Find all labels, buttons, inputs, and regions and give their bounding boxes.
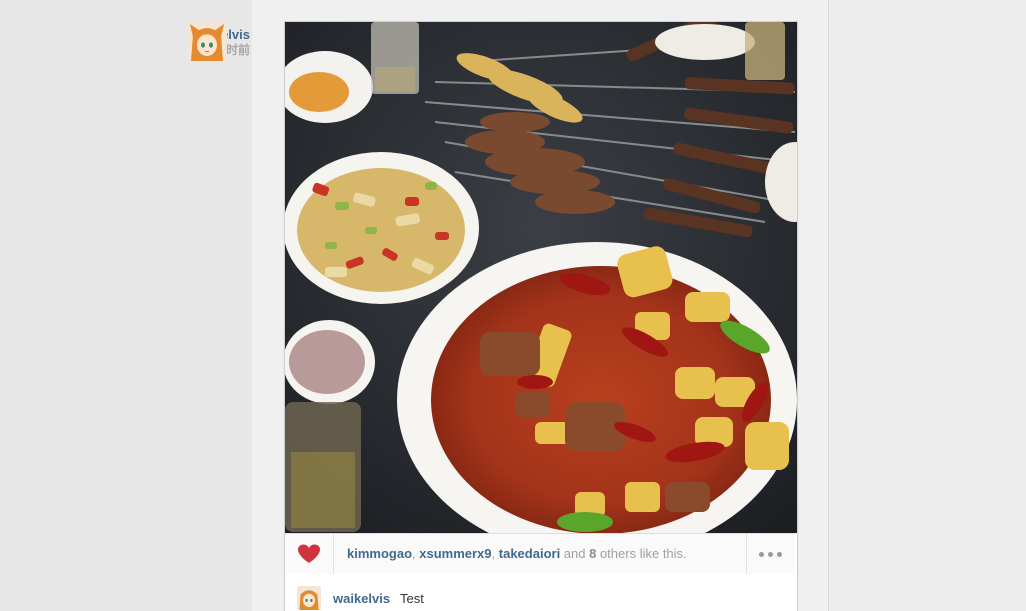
post-author-avatar[interactable] <box>187 21 227 61</box>
liker-link[interactable]: takedaiori <box>499 546 560 561</box>
ellipsis-icon <box>777 552 782 557</box>
comment-text: Test <box>400 591 424 606</box>
likes-and-text: and <box>560 546 590 561</box>
likes-others-text: others like this. <box>596 546 687 561</box>
liker-link[interactable]: xsummerx9 <box>419 546 491 561</box>
left-pane <box>0 0 253 611</box>
ellipsis-icon <box>759 552 764 557</box>
likes-summary: kimmogao, xsummerx9, takedaiori and 8 ot… <box>347 546 687 561</box>
right-pane <box>829 0 1026 611</box>
ellipsis-icon <box>768 552 773 557</box>
comment-row: waikelvis Test <box>285 574 795 611</box>
likes-separator: , <box>491 546 499 561</box>
comment-username[interactable]: waikelvis <box>333 591 390 606</box>
liker-link[interactable]: kimmogao <box>347 546 412 561</box>
comment-avatar[interactable] <box>297 586 321 610</box>
more-options-button[interactable] <box>746 534 795 574</box>
post-card: kimmogao, xsummerx9, takedaiori and 8 ot… <box>284 21 798 611</box>
likes-bar: kimmogao, xsummerx9, takedaiori and 8 ot… <box>285 533 795 575</box>
post-photo[interactable] <box>285 22 797 533</box>
like-button[interactable] <box>285 534 334 574</box>
heart-icon <box>298 544 320 563</box>
